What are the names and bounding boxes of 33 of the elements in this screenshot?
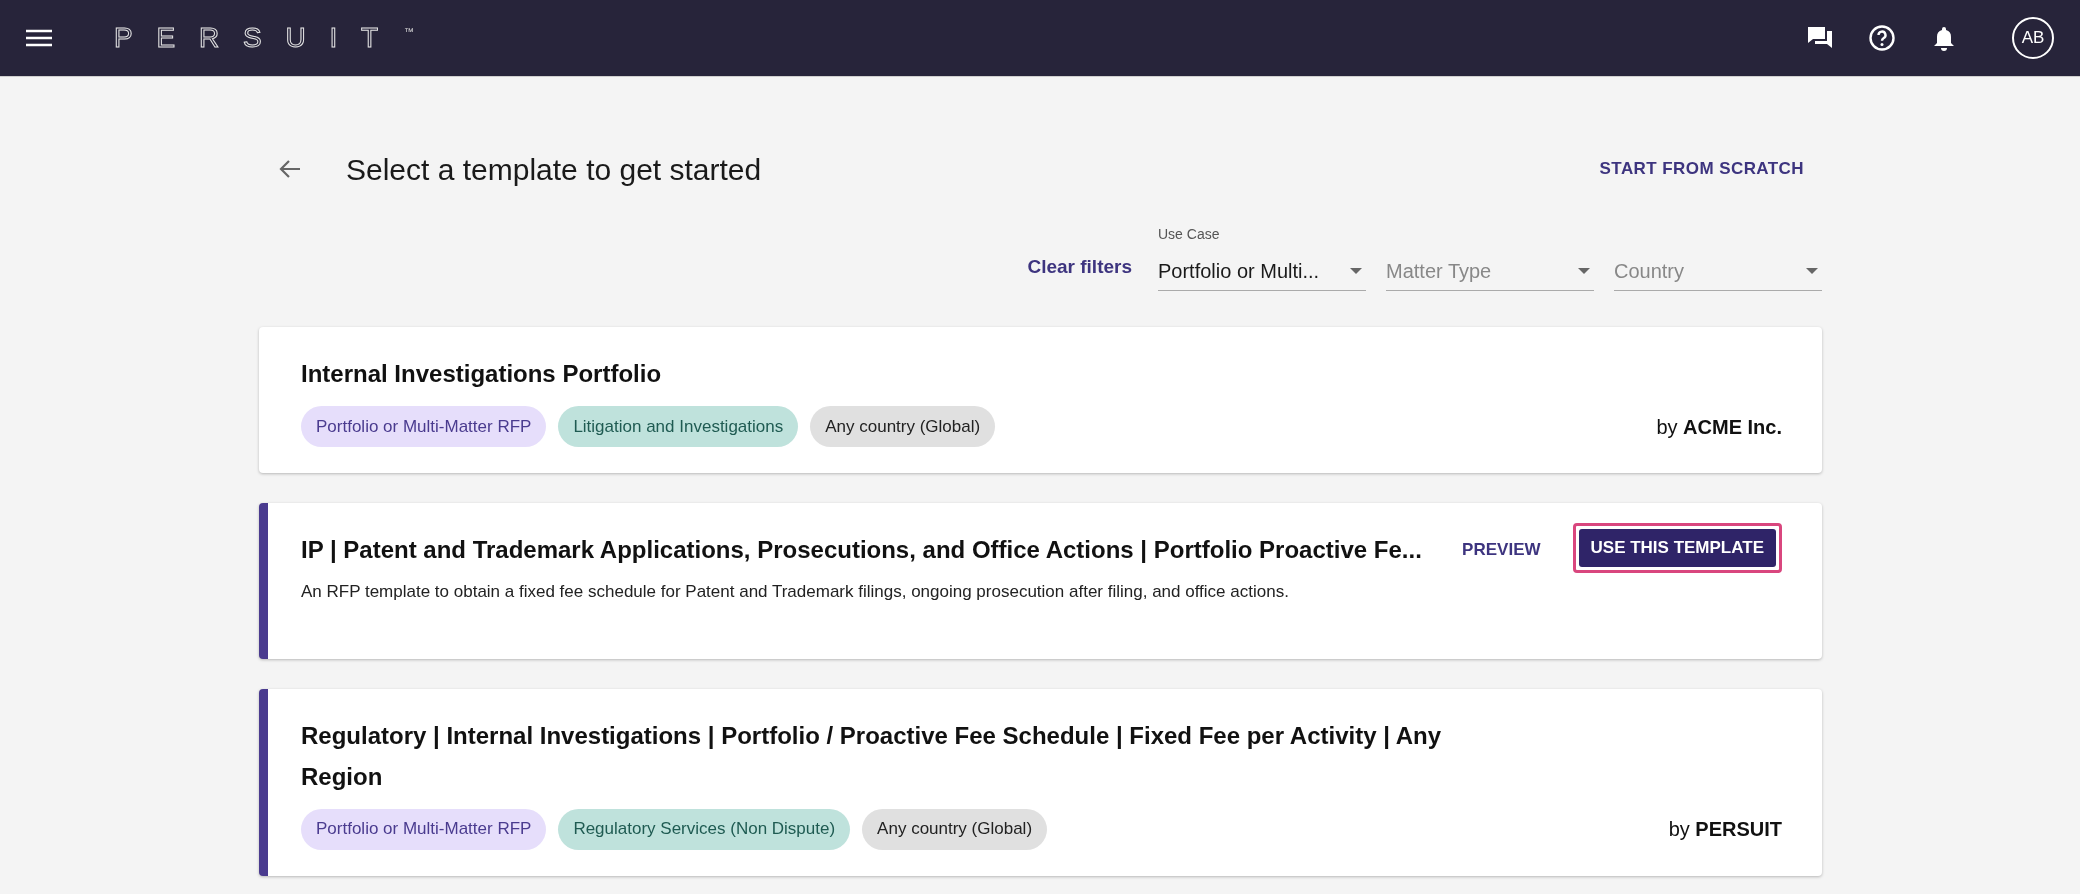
template-card[interactable]: Internal Investigations Portfolio Portfolio or Multi-Matter RFP Litigation and Investigations Any country (Global) by ACME Inc. bbox=[259, 327, 1822, 473]
start-from-scratch-button[interactable]: START FROM SCRATCH bbox=[1591, 152, 1812, 186]
logo-wordmark: PERSUIT bbox=[114, 24, 402, 52]
page-title: Select a template to get started bbox=[346, 151, 762, 188]
template-author: by ACME Inc. bbox=[1656, 414, 1782, 440]
help-icon[interactable] bbox=[1868, 24, 1896, 52]
preview-button[interactable]: PREVIEW bbox=[1454, 529, 1549, 570]
template-title: Regulatory | Internal Investigations | Portfolio / Proactive Fee Schedule | Fixed Fee per Activity | Any Region bbox=[301, 720, 1443, 792]
caret-icon bbox=[1350, 267, 1362, 274]
bell-icon[interactable] bbox=[1932, 25, 1956, 51]
back-arrow-icon[interactable] bbox=[279, 159, 301, 179]
template-description: An RFP template to obtain a fixed fee schedule for Patent and Trademark filings, ongoing prosecution after filing, and office actions. bbox=[301, 581, 1290, 603]
template-card[interactable] bbox=[259, 503, 1822, 659]
caret-icon bbox=[1806, 267, 1818, 274]
template-title: Internal Investigations Portfolio bbox=[301, 359, 662, 389]
tag: Any country (Global) bbox=[862, 808, 1048, 850]
field-label: Use Case bbox=[1158, 225, 1220, 244]
menu-icon[interactable] bbox=[26, 29, 52, 47]
use-template-button[interactable]: USE THIS TEMPLATE bbox=[1572, 523, 1782, 573]
tag: Portfolio or Multi-Matter RFP bbox=[301, 808, 547, 850]
template-title: IP | Patent and Trademark Applications, Prosecutions, and Office Actions | Portfolio Proactive Fe... bbox=[301, 535, 1422, 565]
caret-icon bbox=[1578, 267, 1590, 274]
tag: Any country (Global) bbox=[810, 406, 996, 447]
chat-icon[interactable] bbox=[1806, 25, 1834, 51]
trademark-symbol: ™ bbox=[403, 25, 414, 39]
clear-filters-link[interactable]: Clear filters bbox=[1027, 252, 1132, 291]
tag: Portfolio or Multi-Matter RFP bbox=[301, 406, 547, 447]
tag: Litigation and Investigations bbox=[558, 406, 799, 447]
avatar[interactable]: AB bbox=[2012, 17, 2054, 59]
template-card[interactable] bbox=[259, 688, 1822, 876]
dropdown-field[interactable]: Portfolio or Multi... bbox=[1158, 251, 1366, 291]
template-author: by PERSUIT bbox=[1668, 817, 1782, 842]
tag: Regulatory Services (Non Dispute) bbox=[558, 808, 851, 850]
